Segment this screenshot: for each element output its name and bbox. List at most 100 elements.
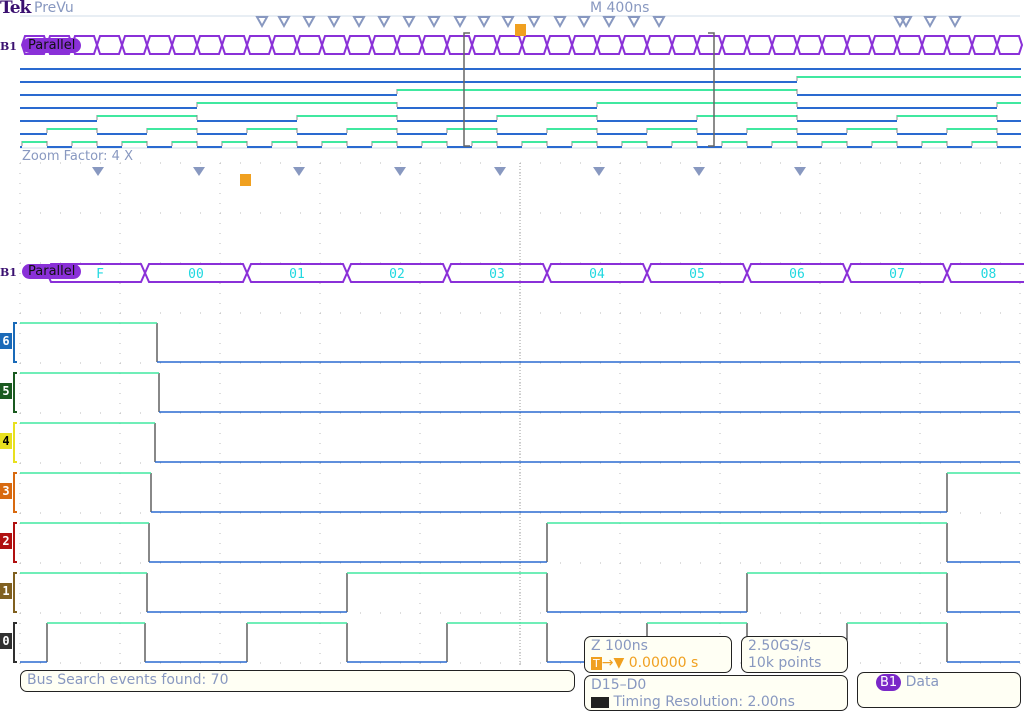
overview-trace: [838, 120, 839, 122]
overview-trace: [762, 115, 763, 117]
overview-trace: [469, 128, 470, 130]
overview-trace: [754, 115, 755, 117]
overview-trace: [358, 102, 359, 104]
overview-trace: [379, 128, 380, 130]
overview-trace: [586, 107, 587, 109]
overview-trace: [462, 146, 463, 148]
overview-trace: [266, 94, 267, 96]
overview-trace: [31, 107, 32, 109]
overview-trace: [674, 128, 675, 130]
waveform-display[interactable]: F 00 01 02 03 04 05 06 07 08: [0, 0, 1024, 712]
overview-trace: [926, 141, 927, 143]
overview-trace: [702, 115, 703, 117]
overview-trace: [526, 115, 527, 117]
overview-trace: [991, 107, 992, 109]
overview-trace: [38, 120, 39, 122]
overview-trace: [312, 102, 313, 104]
overview-trace: [334, 94, 335, 96]
overview-trace: [723, 89, 724, 91]
overview-trace: [585, 107, 586, 109]
overview-trace: [325, 102, 326, 104]
overview-trace: [274, 102, 275, 104]
overview-trace: [183, 128, 184, 130]
overview-trace: [320, 94, 321, 96]
overview-trace: [703, 102, 704, 104]
overview-trace: [815, 146, 816, 148]
overview-trace: [33, 133, 34, 135]
overview-trace: [880, 107, 881, 109]
overview-trace: [641, 89, 642, 91]
overview-trace: [80, 107, 81, 109]
overview-trace: [676, 102, 677, 104]
overview-trace: [24, 141, 25, 143]
overview-trace: [369, 128, 370, 130]
overview-trace: [913, 133, 914, 135]
overview-trace: [527, 133, 528, 135]
overview-trace: [44, 120, 45, 122]
overview-trace: [902, 133, 903, 135]
overview-trace: [312, 115, 313, 117]
overview-trace: [121, 107, 122, 109]
overview-trace: [817, 94, 818, 96]
overview-trace: [881, 128, 882, 130]
overview-trace: [126, 107, 127, 109]
overview-trace: [469, 120, 470, 122]
overview-trace: [46, 107, 47, 109]
overview-trace: [303, 133, 304, 135]
overview-trace: [863, 146, 864, 148]
overview-trace: [651, 120, 652, 122]
overview-trace: [994, 115, 995, 117]
overview-trace: [685, 102, 686, 104]
overview-trace: [241, 120, 242, 122]
overview-trace: [474, 89, 475, 91]
overview-trace: [543, 89, 544, 91]
overview-trace: [163, 94, 164, 96]
overview-trace: [144, 94, 145, 96]
overview-trace: [98, 115, 99, 117]
overview-trace: [391, 102, 392, 104]
overview-trace: [213, 133, 214, 135]
overview-trace: [959, 115, 960, 117]
overview-trace: [987, 115, 988, 117]
overview-trace: [101, 146, 102, 148]
overview-trace: [429, 141, 430, 143]
overview-trace: [871, 128, 872, 130]
overview-trace: [770, 102, 771, 104]
overview-trace: [927, 107, 928, 109]
overview-trace: [720, 89, 721, 91]
overview-trace: [1005, 133, 1006, 135]
overview-trace: [836, 107, 837, 109]
overview-trace: [411, 89, 412, 91]
overview-trace: [938, 107, 939, 109]
overview-trace: [777, 89, 778, 91]
overview-trace: [1002, 102, 1003, 104]
overview-trace: [835, 141, 836, 143]
overview-trace: [482, 120, 483, 122]
overview-trace: [951, 128, 952, 130]
overview-trace: [529, 115, 530, 117]
overview-trace: [752, 128, 753, 130]
overview-trace: [715, 102, 716, 104]
overview-trace: [183, 115, 184, 117]
overview-trace: [522, 141, 523, 143]
overview-trace: [977, 128, 978, 130]
overview-trace: [124, 133, 125, 135]
overview-trace: [398, 133, 399, 135]
overview-trace: [87, 120, 88, 122]
overview-trace: [864, 146, 865, 148]
overview-trace: [932, 141, 933, 143]
overview-trace: [402, 133, 403, 135]
overview-trace: [734, 141, 735, 143]
overview-trace: [358, 115, 359, 117]
overview-trace: [526, 107, 527, 109]
overview-trace: [443, 120, 444, 122]
overview-trace: [979, 115, 980, 117]
overview-trace: [374, 94, 375, 96]
overview-trace: [359, 115, 360, 117]
overview-trace: [461, 89, 462, 91]
overview-trace: [150, 107, 151, 109]
overview-bus-cell: [295, 35, 324, 55]
overview-trace: [218, 120, 219, 122]
overview-trace: [93, 120, 94, 122]
overview-trace: [429, 107, 430, 109]
